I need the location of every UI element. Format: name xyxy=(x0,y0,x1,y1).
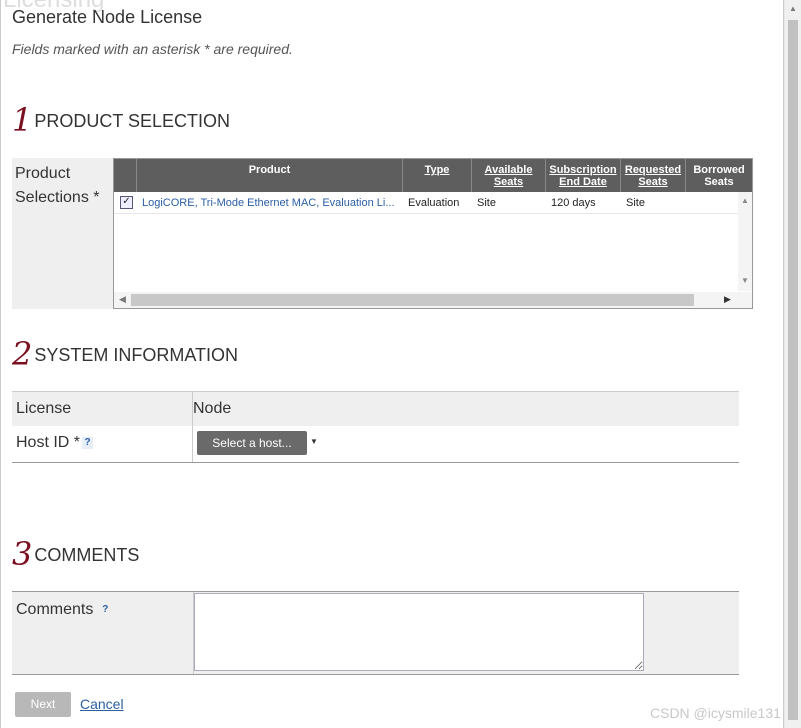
column-requested-seats[interactable]: Requested Seats xyxy=(620,159,685,192)
column-borrowed-seats: Borrowed Seats xyxy=(685,159,752,192)
section-number: 1 xyxy=(12,101,33,139)
grid-horizontal-scrollbar[interactable]: ◀ ▶ xyxy=(114,292,738,308)
cell-subscription: 120 days xyxy=(551,196,596,209)
generate-license-dialog: Licensing Generate Node License Fields m… xyxy=(0,0,784,728)
scroll-up-icon[interactable]: ▲ xyxy=(741,196,749,205)
grid-header: Product Type Available Seats Subscriptio… xyxy=(114,159,752,192)
product-selections-label: Product Selections * xyxy=(15,165,100,206)
section-product-selection: 1 PRODUCT SELECTION xyxy=(12,104,230,136)
dropdown-caret-icon[interactable]: ▼ xyxy=(310,437,318,446)
column-divider xyxy=(192,392,193,462)
cell-type: Evaluation xyxy=(408,196,460,209)
system-info-table: License Node Host ID *? Select a host...… xyxy=(12,391,739,463)
column-subscription-end-date[interactable]: Subscription End Date xyxy=(545,159,620,192)
help-icon[interactable]: ? xyxy=(100,604,111,616)
section-system-information: 2 SYSTEM INFORMATION xyxy=(12,338,238,370)
scroll-thumb[interactable] xyxy=(131,294,694,306)
grid-header-select xyxy=(114,159,136,192)
license-label: License xyxy=(16,400,72,417)
scroll-right-icon[interactable]: ▶ xyxy=(724,294,731,305)
section-comments: 3 COMMENTS xyxy=(12,538,139,570)
product-name-link[interactable]: LogiCORE, Tri-Mode Ethernet MAC, Evaluat… xyxy=(136,197,402,209)
section-number: 2 xyxy=(12,335,33,373)
page-scroll-thumb[interactable] xyxy=(788,20,798,720)
dialog-title: Generate Node License xyxy=(12,7,203,27)
section-number: 3 xyxy=(12,535,33,573)
product-checkbox[interactable]: ✓ xyxy=(120,196,133,209)
comments-label: Comments ? xyxy=(16,601,111,619)
required-note: Fields marked with an asterisk * are req… xyxy=(12,41,293,57)
cancel-link[interactable]: Cancel xyxy=(80,696,124,712)
select-host-button[interactable]: Select a host... xyxy=(197,431,307,455)
cell-available-seats: Site xyxy=(477,196,496,209)
cell-requested-seats: Site xyxy=(626,196,645,209)
watermark: CSDN @icysmile131 xyxy=(650,705,781,721)
scroll-left-icon[interactable]: ◀ xyxy=(119,294,126,305)
comments-row: Comments ? xyxy=(12,591,739,675)
node-label: Node xyxy=(193,400,232,417)
column-available-seats[interactable]: Available Seats xyxy=(471,159,545,192)
help-icon[interactable]: ? xyxy=(82,436,94,449)
page-scrollbar[interactable]: ▲ xyxy=(785,0,801,728)
next-button[interactable]: Next xyxy=(15,692,71,717)
product-selection-block: Product Selections * Product Type Availa… xyxy=(12,158,753,309)
grid-vertical-scrollbar[interactable]: ▲ ▼ xyxy=(738,192,752,291)
scroll-up-icon[interactable]: ▲ xyxy=(789,4,797,13)
comments-textarea[interactable] xyxy=(194,593,644,671)
scroll-corner xyxy=(738,292,752,308)
table-row[interactable]: ✓ LogiCORE, Tri-Mode Ethernet MAC, Evalu… xyxy=(114,192,752,214)
section-title: SYSTEM INFORMATION xyxy=(34,345,239,365)
system-info-header-row xyxy=(12,392,739,426)
column-type[interactable]: Type xyxy=(402,159,471,192)
scroll-down-icon[interactable]: ▼ xyxy=(741,276,749,285)
section-title: PRODUCT SELECTION xyxy=(34,111,231,131)
product-grid: Product Type Available Seats Subscriptio… xyxy=(113,158,753,309)
host-id-label: Host ID *? xyxy=(16,434,94,452)
section-title: COMMENTS xyxy=(34,545,140,565)
column-product[interactable]: Product xyxy=(136,159,402,192)
